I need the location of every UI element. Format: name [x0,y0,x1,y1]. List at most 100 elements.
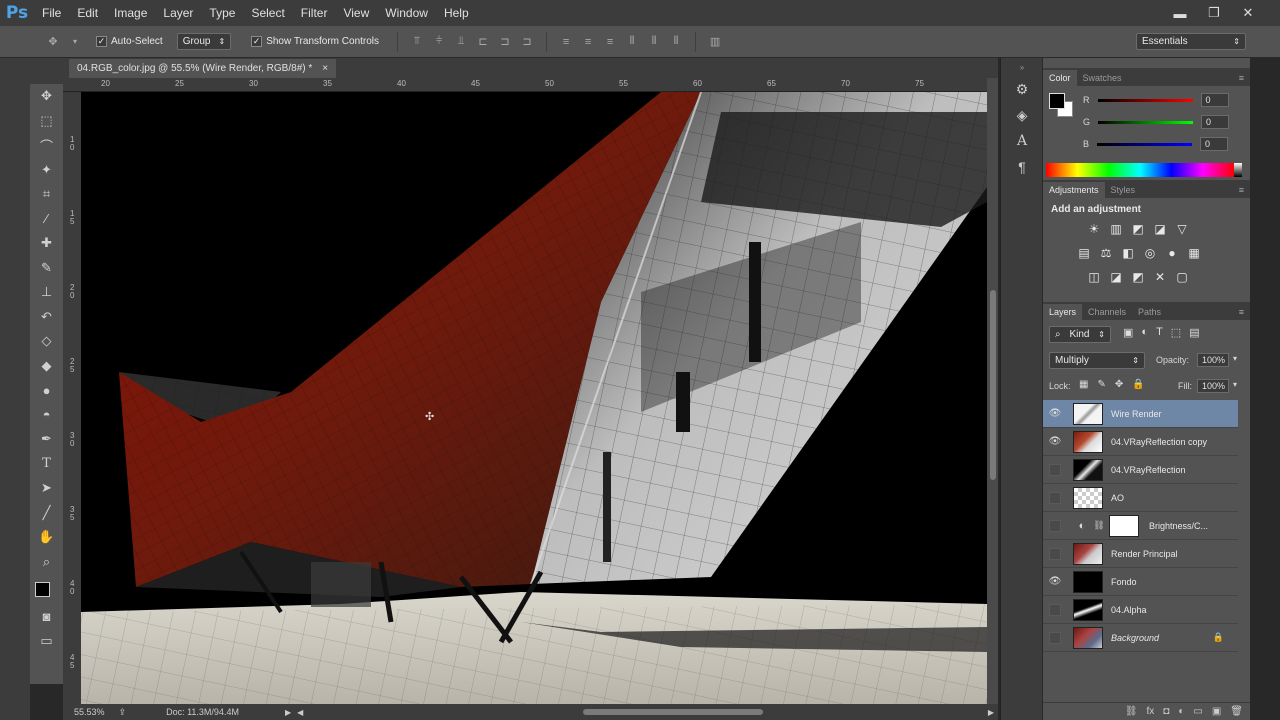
layer-thumbnail[interactable] [1073,626,1103,649]
layer-row[interactable]: 04.Alpha [1043,596,1238,624]
layer-mask-thumbnail[interactable] [1109,514,1139,537]
paragraph-panel-icon[interactable]: ¶ [1001,154,1043,180]
crop-tool-icon[interactable]: ⌗ [30,182,63,207]
status-menu-icon[interactable]: ▶ [285,708,291,717]
layer-name[interactable]: Background [1111,633,1159,643]
new-adjustment-icon[interactable]: ◐ [1178,706,1184,717]
menu-file[interactable]: File [34,0,69,26]
layer-name[interactable]: AO [1111,493,1124,503]
toolbox-header[interactable] [30,58,63,84]
layer-name[interactable]: Render Principal [1111,549,1178,559]
auto-select-checkbox[interactable]: ✓ Auto-Select [96,36,163,47]
visibility-toggle[interactable] [1043,596,1067,624]
path-selection-icon[interactable]: ➤ [30,476,63,501]
filter-pixel-icon[interactable]: ▣ [1123,326,1133,339]
zoom-level[interactable]: 55.53% [74,707,105,717]
layer-thumbnail[interactable] [1073,458,1103,481]
zoom-tool-icon[interactable]: ⌕ [30,550,63,575]
doc-info[interactable]: Doc: 11.3M/94.4M [166,707,239,717]
filter-shape-icon[interactable]: ⬚ [1171,326,1181,339]
new-group-icon[interactable]: ▭ [1193,706,1202,717]
layer-row[interactable]: Background 🔒 [1043,624,1238,652]
tab-channels[interactable]: Channels [1082,304,1132,320]
panel-menu-icon[interactable]: ≡ [1233,182,1250,198]
lock-all-icon[interactable]: 🔒 [1132,379,1144,390]
channel-value-g[interactable]: 0 [1201,115,1230,129]
history-brush-icon[interactable]: ↶ [30,305,63,330]
document-canvas[interactable]: ✣ [81,92,987,704]
adjustment-row1-2-icon[interactable]: ◩ [1127,217,1149,241]
slider-track-g[interactable] [1098,120,1194,124]
adjustment-row2-0-icon[interactable]: ▤ [1073,241,1095,265]
visibility-toggle[interactable] [1043,624,1067,652]
adjustment-row1-0-icon[interactable]: ☀ [1083,217,1105,241]
restore-button[interactable]: ❐ [1202,3,1226,23]
workspace-dropdown[interactable]: Essentials ⇕ [1136,33,1246,50]
eye-icon[interactable]: 👁 [1043,400,1067,428]
lasso-tool-icon[interactable]: ⌒ [30,133,63,158]
history-panel-icon[interactable]: ⚙ [1001,76,1043,102]
menu-filter[interactable]: Filter [293,0,336,26]
layer-row[interactable]: 04.VRayReflection [1043,456,1238,484]
paint-bucket-icon[interactable]: ◆ [30,354,63,379]
distribute-vcenter-icon[interactable]: ≡ [581,35,595,49]
pen-tool-icon[interactable]: ✒ [30,427,63,452]
document-tab[interactable]: 04.RGB_color.jpg @ 55.5% (Wire Render, R… [69,59,337,78]
color-spectrum-bar[interactable] [1046,163,1234,177]
minimize-button[interactable]: ▬ [1168,3,1192,23]
line-tool-icon[interactable]: ╱ [30,501,63,526]
auto-select-dropdown[interactable]: Group ⇕ [176,33,232,50]
layer-row[interactable]: 👁 04.VRayReflection copy [1043,428,1238,456]
move-tool-icon[interactable]: ✥ [46,35,60,49]
close-button[interactable]: ✕ [1236,3,1260,23]
distribute-bottom-icon[interactable]: ≡ [603,35,617,49]
delete-layer-icon[interactable]: 🗑 [1230,706,1243,717]
tab-styles[interactable]: Styles [1105,182,1142,198]
chevron-down-icon[interactable]: ▾ [1233,380,1237,389]
quick-mask-icon[interactable]: ◙ [30,604,63,629]
menu-layer[interactable]: Layer [155,0,201,26]
adjustment-row3-1-icon[interactable]: ◪ [1105,265,1127,289]
channel-value-r[interactable]: 0 [1200,93,1229,107]
healing-brush-icon[interactable]: ✚ [30,231,63,256]
chevron-down-icon[interactable]: ▾ [68,35,82,49]
slider-track-r[interactable] [1097,98,1193,102]
distribute-left-icon[interactable]: ⦀ [625,35,639,49]
layer-row[interactable]: ◐ ⛓ Brightness/C... [1043,512,1238,540]
move-tool-icon[interactable]: ✥ [30,84,63,109]
align-left-icon[interactable]: ⊏ [476,35,490,49]
visibility-toggle[interactable] [1043,456,1067,484]
clone-stamp-icon[interactable]: ⊥ [30,280,63,305]
adjustment-row1-3-icon[interactable]: ◪ [1149,217,1171,241]
share-icon[interactable]: ⇪ [119,707,127,718]
menu-help[interactable]: Help [436,0,477,26]
panel-menu-icon[interactable]: ≡ [1233,304,1250,320]
filter-smart-object-icon[interactable]: ▤ [1189,326,1199,339]
scroll-right-icon[interactable]: ▶ [988,708,994,717]
channel-value-b[interactable]: 0 [1200,137,1229,151]
eraser-tool-icon[interactable]: ◇ [30,329,63,354]
black-white-ramp[interactable] [1234,163,1242,177]
vertical-scroll-thumb[interactable] [990,290,996,480]
vertical-scrollbar[interactable] [987,78,998,704]
chain-link-icon[interactable]: ⛓ [1091,520,1107,531]
type-tool-icon[interactable]: T [30,452,63,477]
tab-layers[interactable]: Layers [1043,304,1083,320]
screen-mode-icon[interactable]: ▭ [30,629,63,654]
foreground-color-swatch[interactable] [1049,93,1065,109]
layer-thumbnail[interactable] [1073,402,1103,425]
auto-align-icon[interactable]: ▥ [708,35,722,49]
visibility-toggle[interactable] [1043,484,1067,512]
align-hcenter-icon[interactable]: ⊐ [498,35,512,49]
align-top-icon[interactable]: ⫪ [410,35,424,49]
layer-name[interactable]: Wire Render [1111,409,1162,419]
distribute-hcenter-icon[interactable]: ⦀ [647,35,661,49]
add-mask-icon[interactable]: ◘ [1163,706,1169,717]
layer-thumbnail[interactable] [1073,486,1103,509]
horizontal-scroll-thumb[interactable] [583,709,763,715]
adjustment-row2-3-icon[interactable]: ◎ [1139,241,1161,265]
blur-tool-icon[interactable]: ● [30,378,63,403]
adjustment-row2-1-icon[interactable]: ⚖ [1095,241,1117,265]
layer-row[interactable]: 👁 Fondo [1043,568,1238,596]
align-vcenter-icon[interactable]: ⫩ [432,35,446,49]
